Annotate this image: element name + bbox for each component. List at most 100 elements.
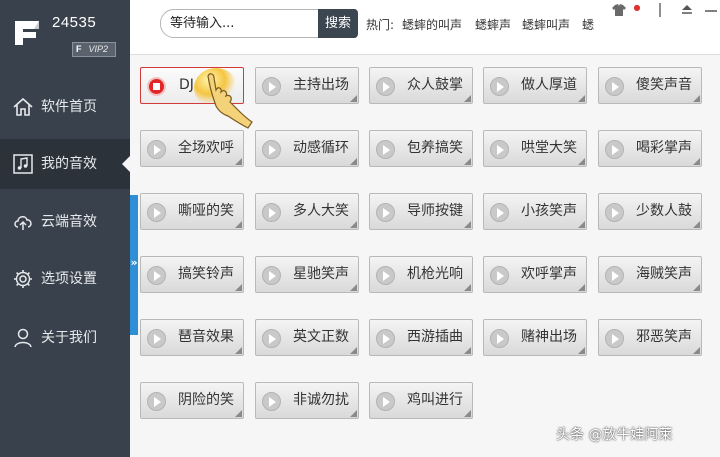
corner-indicator-icon (235, 221, 242, 228)
corner-indicator-icon (350, 284, 357, 291)
skin-menu-icon[interactable] (678, 2, 696, 18)
sound-button[interactable]: 动感循环 (255, 130, 359, 167)
play-icon[interactable] (262, 203, 281, 222)
play-icon[interactable] (147, 140, 166, 159)
play-icon[interactable] (376, 329, 395, 348)
sidebar-item-cloud-sounds[interactable]: 云端音效 (0, 197, 130, 247)
hot-search-link[interactable]: 蟋蟀的叫声 (402, 16, 462, 33)
sound-button[interactable]: 众人鼓掌 (369, 67, 473, 104)
corner-indicator-icon (464, 284, 471, 291)
hand-cursor-icon (194, 68, 253, 129)
gear-icon (14, 270, 32, 288)
sound-button[interactable]: 搞笑铃声 (140, 256, 244, 293)
sidebar-item-about[interactable]: 关于我们 (0, 313, 130, 363)
sound-button-label: 鸡叫进行 (407, 392, 463, 408)
sound-button-label: 喝彩掌声 (636, 140, 692, 156)
sidebar-item-label: 云端音效 (41, 214, 97, 230)
play-icon[interactable] (262, 266, 281, 285)
sound-button[interactable]: 多人大笑 (255, 193, 359, 230)
play-icon[interactable] (605, 329, 624, 348)
play-icon[interactable] (376, 266, 395, 285)
corner-indicator-icon (464, 347, 471, 354)
sound-button[interactable]: 鸡叫进行 (369, 382, 473, 419)
minimize-icon[interactable] (702, 2, 720, 18)
play-icon[interactable] (605, 203, 624, 222)
play-icon[interactable] (490, 203, 509, 222)
sound-button-label: 小孩笑声 (521, 203, 577, 219)
cloud-upload-icon (14, 216, 32, 230)
sound-button[interactable]: 西游插曲 (369, 319, 473, 356)
play-icon[interactable] (262, 392, 281, 411)
corner-indicator-icon (578, 347, 585, 354)
hot-searches-label: 热门: (366, 18, 395, 32)
play-icon[interactable] (490, 140, 509, 159)
play-icon[interactable] (376, 140, 395, 159)
play-icon[interactable] (490, 329, 509, 348)
play-icon[interactable] (376, 203, 395, 222)
play-icon[interactable] (262, 140, 281, 159)
sidebar-item-home[interactable]: 软件首页 (0, 82, 130, 132)
corner-indicator-icon (578, 221, 585, 228)
play-icon[interactable] (490, 266, 509, 285)
corner-indicator-icon (693, 221, 700, 228)
play-icon[interactable] (147, 392, 166, 411)
sound-button[interactable]: 做人厚道 (483, 67, 587, 104)
hot-search-link[interactable]: 蟋 (582, 16, 594, 33)
sound-button[interactable]: 哄堂大笑 (483, 130, 587, 167)
hot-search-link[interactable]: 蟋蟀声 (475, 16, 511, 33)
corner-indicator-icon (235, 284, 242, 291)
shirt-icon[interactable] (610, 2, 628, 18)
sound-button-label: 导师按键 (407, 203, 463, 219)
play-icon[interactable] (605, 140, 624, 159)
play-icon[interactable] (262, 329, 281, 348)
play-icon[interactable] (605, 77, 624, 96)
play-icon[interactable] (490, 77, 509, 96)
sound-button[interactable]: 少数人鼓 (598, 193, 702, 230)
sound-button[interactable]: 包养搞笑 (369, 130, 473, 167)
sound-button-label: 欢呼掌声 (521, 266, 577, 282)
sound-button[interactable]: 全场欢呼 (140, 130, 244, 167)
play-icon[interactable] (147, 203, 166, 222)
sidebar-item-my-sounds[interactable]: 我的音效 (0, 139, 130, 189)
sound-button[interactable]: 机枪光响 (369, 256, 473, 293)
corner-indicator-icon (693, 347, 700, 354)
sound-button-label: 傻笑声音 (636, 77, 692, 93)
sound-button[interactable]: 嘶哑的笑 (140, 193, 244, 230)
corner-indicator-icon (464, 158, 471, 165)
sound-button[interactable]: 星驰笑声 (255, 256, 359, 293)
sound-button[interactable]: 海贼笑声 (598, 256, 702, 293)
search-button[interactable]: 搜索 (318, 9, 358, 38)
sound-button[interactable]: 阴险的笑 (140, 382, 244, 419)
sound-button-label: 琶音效果 (178, 329, 234, 345)
sidebar-item-settings[interactable]: 选项设置 (0, 254, 130, 304)
sound-button[interactable]: 英文正数 (255, 319, 359, 356)
menu-icon[interactable] (651, 2, 669, 18)
app-name: 24535 (52, 14, 97, 31)
sound-button[interactable]: 导师按键 (369, 193, 473, 230)
sound-button[interactable]: 琶音效果 (140, 319, 244, 356)
sound-button[interactable]: 欢呼掌声 (483, 256, 587, 293)
play-icon[interactable] (376, 77, 395, 96)
corner-indicator-icon (350, 158, 357, 165)
stop-icon[interactable] (147, 77, 166, 96)
sound-button-label: 邪恶笑声 (636, 329, 692, 345)
sound-button[interactable]: 傻笑声音 (598, 67, 702, 104)
play-icon[interactable] (605, 266, 624, 285)
sound-button[interactable]: 赌神出场 (483, 319, 587, 356)
play-icon[interactable] (147, 266, 166, 285)
hot-search-link[interactable]: 蟋蟀叫声 (522, 16, 570, 33)
sound-button[interactable]: 小孩笑声 (483, 193, 587, 230)
play-icon[interactable] (147, 329, 166, 348)
play-icon[interactable] (376, 392, 395, 411)
sound-button[interactable]: 邪恶笑声 (598, 319, 702, 356)
sound-button-label: 多人大笑 (293, 203, 349, 219)
sound-button-label: 全场欢呼 (178, 140, 234, 156)
sound-button[interactable]: 非诚勿扰 (255, 382, 359, 419)
corner-indicator-icon (350, 95, 357, 102)
sound-button-label: 西游插曲 (407, 329, 463, 345)
sound-button[interactable]: 喝彩掌声 (598, 130, 702, 167)
corner-indicator-icon (350, 410, 357, 417)
corner-indicator-icon (235, 158, 242, 165)
app-logo-icon (15, 21, 39, 45)
sound-button-label: 哄堂大笑 (521, 140, 577, 156)
